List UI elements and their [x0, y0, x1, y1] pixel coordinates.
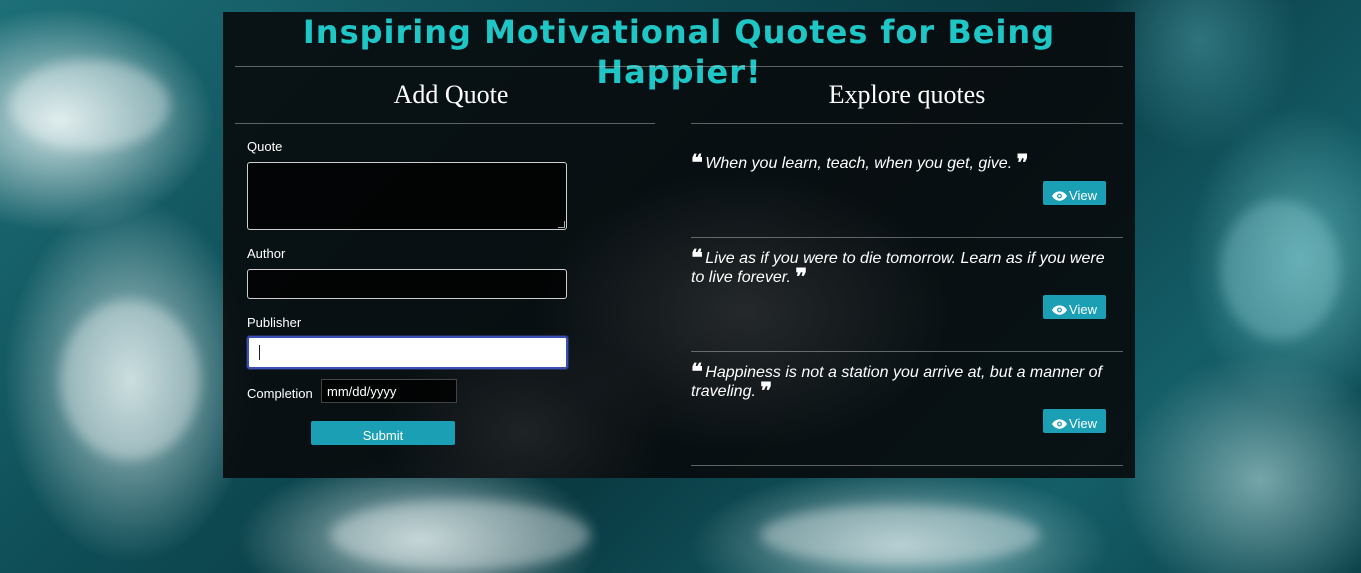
author-input[interactable]	[247, 269, 567, 299]
publisher-input[interactable]	[247, 336, 568, 369]
quote-right-icon: ❞	[760, 378, 772, 404]
background-foam	[330, 500, 590, 570]
quote-left-icon: ❝	[691, 245, 703, 271]
quote-label: Quote	[247, 139, 283, 154]
completion-date-input[interactable]: mm/dd/yyyy	[321, 379, 457, 403]
view-button[interactable]: View	[1043, 409, 1106, 433]
view-button[interactable]: View	[1043, 181, 1106, 205]
quote-item: ❝ Live as if you were to die tomorrow. L…	[691, 247, 1121, 290]
explore-quotes-heading: Explore quotes	[828, 80, 986, 109]
quote-divider	[691, 465, 1123, 466]
background-foam	[60, 300, 200, 460]
text-caret	[259, 345, 260, 360]
quote-textarea[interactable]	[247, 162, 567, 230]
quote-item: ❝ When you learn, teach, when you get, g…	[691, 152, 1121, 174]
title-divider	[235, 66, 1123, 67]
view-button-label: View	[1069, 188, 1097, 203]
quote-right-icon: ❞	[795, 264, 807, 290]
resize-grip-icon[interactable]	[558, 221, 565, 228]
completion-label: Completion	[247, 386, 313, 401]
submit-button[interactable]: Submit	[311, 421, 455, 445]
background-foam	[1220, 200, 1340, 340]
view-button[interactable]: View	[1043, 295, 1106, 319]
quote-text: Live as if you were to die tomorrow. Lea…	[691, 250, 1105, 286]
explore-divider	[691, 123, 1123, 124]
quote-left-icon: ❝	[691, 359, 703, 385]
quote-text: When you learn, teach, when you get, giv…	[705, 155, 1013, 172]
quote-text: Happiness is not a station you arrive at…	[691, 364, 1102, 400]
eye-icon	[1052, 419, 1068, 429]
quote-item: ❝ Happiness is not a station you arrive …	[691, 361, 1121, 404]
add-quote-divider	[235, 123, 655, 124]
background-foam	[10, 60, 170, 150]
view-button-label: View	[1069, 416, 1097, 431]
view-button-label: View	[1069, 302, 1097, 317]
quote-left-icon: ❝	[691, 150, 703, 176]
author-label: Author	[247, 246, 286, 261]
eye-icon	[1052, 191, 1068, 201]
background-foam	[760, 505, 1040, 565]
add-quote-heading: Add Quote	[393, 80, 509, 109]
quote-right-icon: ❞	[1016, 150, 1029, 176]
eye-icon	[1052, 305, 1068, 315]
quote-divider	[691, 237, 1123, 238]
quote-divider	[691, 351, 1123, 352]
publisher-label: Publisher	[247, 315, 302, 330]
main-panel: Inspiring Motivational Quotes for Being …	[223, 12, 1135, 478]
